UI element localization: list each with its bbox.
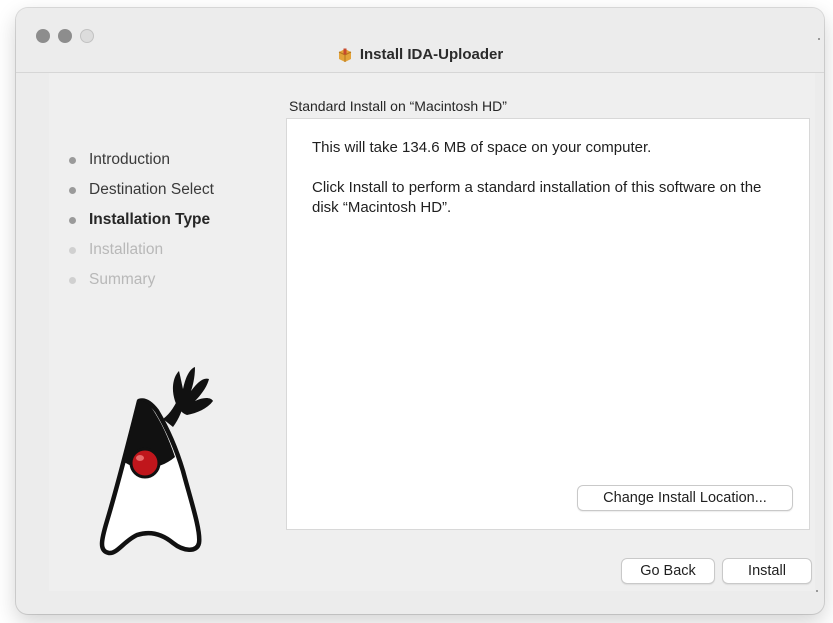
step-bullet-icon	[69, 187, 76, 194]
installer-content: Introduction Destination Select Installa…	[49, 73, 815, 591]
steps-sidebar: Introduction Destination Select Installa…	[49, 73, 269, 591]
step-bullet-icon	[69, 217, 76, 224]
title-bar: Install IDA-Uploader	[16, 8, 824, 73]
step-label: Destination Select	[89, 181, 214, 198]
step-introduction: Introduction	[69, 145, 214, 175]
minimize-window-button[interactable]	[58, 29, 72, 43]
step-label: Summary	[89, 271, 156, 288]
package-icon	[337, 47, 353, 63]
step-installation: Installation	[69, 235, 214, 265]
desktop: Install IDA-Uploader Introduction Destin…	[0, 0, 833, 623]
step-label: Installation	[89, 241, 164, 258]
step-label: Installation Type	[89, 211, 211, 228]
change-install-location-button[interactable]: Change Install Location...	[577, 485, 793, 511]
panel-heading: Standard Install on “Macintosh HD”	[289, 98, 507, 114]
steps-list: Introduction Destination Select Installa…	[69, 145, 214, 295]
resize-handle[interactable]	[816, 590, 818, 592]
step-bullet-icon	[69, 277, 76, 284]
installer-window: Install IDA-Uploader Introduction Destin…	[16, 8, 824, 614]
close-window-button[interactable]	[36, 29, 50, 43]
go-back-button[interactable]: Go Back	[621, 558, 715, 584]
step-bullet-icon	[69, 157, 76, 164]
space-required-text: This will take 134.6 MB of space on your…	[312, 139, 652, 156]
zoom-window-button[interactable]	[80, 29, 94, 43]
window-title-group: Install IDA-Uploader	[16, 46, 824, 63]
window-title: Install IDA-Uploader	[359, 46, 504, 63]
install-description-text: Click Install to perform a standard inst…	[312, 179, 762, 216]
step-bullet-icon	[69, 247, 76, 254]
step-destination-select: Destination Select	[69, 175, 214, 205]
java-duke-mascot-icon	[99, 367, 213, 556]
step-installation-type: Installation Type	[69, 205, 214, 235]
install-info-panel: This will take 134.6 MB of space on your…	[286, 118, 810, 530]
step-summary: Summary	[69, 265, 214, 295]
step-label: Introduction	[89, 151, 170, 168]
install-button[interactable]: Install	[722, 558, 812, 584]
window-edge-marker	[818, 38, 820, 40]
